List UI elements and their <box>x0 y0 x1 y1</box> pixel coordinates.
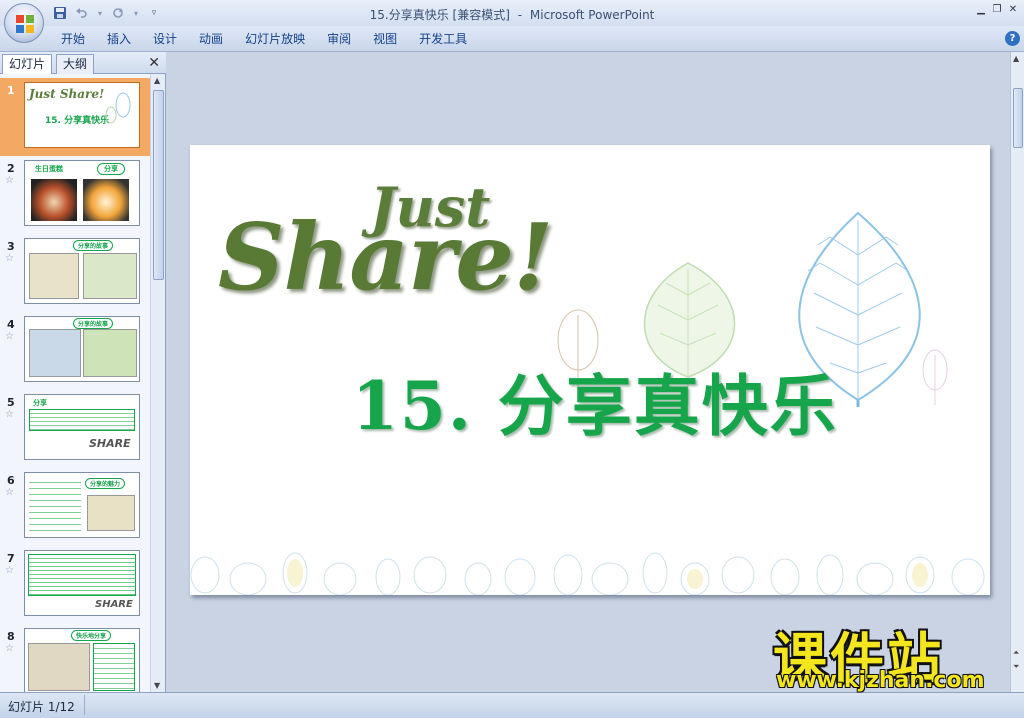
slide-preview: 生日蛋糕 分享 <box>24 160 140 226</box>
editor-scrollbar[interactable]: ▲ ⏶ ⏷ <box>1010 52 1024 692</box>
scroll-up-icon[interactable]: ▲ <box>1013 54 1019 63</box>
title-separator: - <box>517 8 523 22</box>
animation-star-icon: ☆ <box>5 487 14 498</box>
tab-slides[interactable]: 幻灯片 <box>2 54 53 74</box>
slide-number: 3 <box>7 240 15 253</box>
slide-counter: 幻灯片 1/12 <box>8 700 75 714</box>
animation-star-icon: ☆ <box>5 565 14 576</box>
thumbnail-scrollbar[interactable]: ▲ ▼ <box>150 74 165 692</box>
logo-share: Share! <box>218 203 553 311</box>
tab-view[interactable]: 视图 <box>362 31 408 47</box>
current-slide[interactable]: Just Share! 15. 分享真快乐 <box>190 145 990 595</box>
close-icon[interactable]: ✕ <box>148 55 160 71</box>
text-block <box>28 554 136 596</box>
slide-thumbnail-7[interactable]: 7 ☆ SHARE <box>0 546 150 624</box>
thumb-badge: 分享的故事 <box>73 240 114 251</box>
slide-number: 1 <box>7 84 15 97</box>
title-bar: ▾ ▾ ▿ 15.分享真快乐 [兼容模式] - Microsoft PowerP… <box>0 0 1024 26</box>
tab-review[interactable]: 审阅 <box>316 31 362 47</box>
text-block <box>29 477 81 533</box>
previous-slide-icon[interactable]: ⏶ <box>1013 648 1019 658</box>
slide-preview: 分享的故事 <box>24 316 140 382</box>
share-stamp: SHARE <box>89 437 131 450</box>
help-icon[interactable]: ? <box>1005 31 1020 46</box>
slide-thumbnail-6[interactable]: 6 ☆ 分享的魅力 <box>0 468 150 546</box>
status-bar: 幻灯片 1/12 <box>0 692 1024 718</box>
scrollbar-thumb[interactable] <box>1013 88 1023 148</box>
window-title: 15.分享真快乐 [兼容模式] - Microsoft PowerPoint <box>0 6 1024 23</box>
slide-thumbnail-5[interactable]: 5 ☆ 分享 SHARE <box>0 390 150 468</box>
slide-editor: Just Share! 15. 分享真快乐 <box>166 52 1010 692</box>
slides-panel: 幻灯片 大纲 ✕ 1 Just Share! 15. 分享真快乐 2 ☆ 生日蛋… <box>0 52 166 692</box>
slide-preview: 分享的故事 <box>24 238 140 304</box>
animation-star-icon: ☆ <box>5 331 14 342</box>
app-name: Microsoft PowerPoint <box>529 8 655 22</box>
slide-preview: 分享 SHARE <box>24 394 140 460</box>
office-logo-icon <box>16 15 34 33</box>
cake-image <box>83 179 129 221</box>
text-block <box>29 409 135 431</box>
next-slide-icon[interactable]: ⏷ <box>1013 662 1019 672</box>
slide-number: 7 <box>7 552 15 565</box>
slide-preview: SHARE <box>24 550 140 616</box>
tab-slideshow[interactable]: 幻灯片放映 <box>234 31 316 47</box>
thumb-badge: 分享的魅力 <box>85 478 126 489</box>
thumb-badge: 分享 <box>97 163 125 175</box>
divider <box>84 695 85 715</box>
animation-star-icon: ☆ <box>5 409 14 420</box>
scroll-down-icon[interactable]: ▼ <box>154 681 160 690</box>
slide-number: 2 <box>7 162 15 175</box>
animation-star-icon: ☆ <box>5 175 14 186</box>
slide-number: 8 <box>7 630 15 643</box>
tree-decoration-icon <box>105 92 131 124</box>
slide-number: 6 <box>7 474 15 487</box>
tab-outline[interactable]: 大纲 <box>56 54 95 74</box>
slide-thumbnail-1[interactable]: 1 Just Share! 15. 分享真快乐 <box>0 78 150 156</box>
watermark-url: www.kjzhan.com <box>776 668 985 693</box>
thumbnail-list: 1 Just Share! 15. 分享真快乐 2 ☆ 生日蛋糕 分享 3 ☆ … <box>0 74 150 692</box>
slide-preview: Just Share! 15. 分享真快乐 <box>24 82 140 148</box>
slide-thumbnail-3[interactable]: 3 ☆ 分享的故事 <box>0 234 150 312</box>
tab-design[interactable]: 设计 <box>142 31 188 47</box>
window-controls: ▁ ❐ ✕ <box>974 2 1020 16</box>
slide-preview: 快乐地分享 <box>24 628 140 692</box>
slide-number: 4 <box>7 318 15 331</box>
tab-home[interactable]: 开始 <box>50 31 96 47</box>
illustration-image <box>83 329 137 377</box>
slide-thumbnail-2[interactable]: 2 ☆ 生日蛋糕 分享 <box>0 156 150 234</box>
slide-number: 5 <box>7 396 15 409</box>
ribbon-tabs: 开始 插入 设计 动画 幻灯片放映 审阅 视图 开发工具 <box>50 31 478 47</box>
thumb-badge: 快乐地分享 <box>71 630 112 641</box>
thumb-heading: 分享 <box>33 399 47 407</box>
slide-title[interactable]: 15. 分享真快乐 <box>352 353 838 449</box>
slide-thumbnail-4[interactable]: 4 ☆ 分享的故事 <box>0 312 150 390</box>
tab-developer[interactable]: 开发工具 <box>408 31 478 47</box>
animation-star-icon: ☆ <box>5 643 14 654</box>
minimize-icon[interactable]: ▁ <box>974 2 988 16</box>
illustration-image <box>29 253 79 299</box>
illustration-image <box>87 495 135 531</box>
illustration-image <box>28 643 90 691</box>
text-block <box>93 643 135 691</box>
cake-image <box>31 179 77 221</box>
scroll-up-icon[interactable]: ▲ <box>154 76 160 85</box>
close-icon[interactable]: ✕ <box>1006 2 1020 16</box>
tab-insert[interactable]: 插入 <box>96 31 142 47</box>
panel-tabs: 幻灯片 大纲 ✕ <box>0 52 166 74</box>
scrollbar-thumb[interactable] <box>153 90 164 280</box>
restore-icon[interactable]: ❐ <box>990 2 1004 16</box>
slide-thumbnail-8[interactable]: 8 ☆ 快乐地分享 <box>0 624 150 692</box>
share-stamp: SHARE <box>95 599 133 610</box>
ribbon: 开始 插入 设计 动画 幻灯片放映 审阅 视图 开发工具 ? <box>0 26 1024 52</box>
thumb-heading: 生日蛋糕 <box>35 165 63 173</box>
slide-preview: 分享的魅力 <box>24 472 140 538</box>
illustration-image <box>29 329 81 377</box>
illustration-image <box>83 253 137 299</box>
animation-star-icon: ☆ <box>5 253 14 264</box>
document-title: 15.分享真快乐 [兼容模式] <box>369 8 510 22</box>
thumb-badge: 分享的故事 <box>73 318 114 329</box>
office-button[interactable] <box>4 3 44 43</box>
tab-animations[interactable]: 动画 <box>188 31 234 47</box>
